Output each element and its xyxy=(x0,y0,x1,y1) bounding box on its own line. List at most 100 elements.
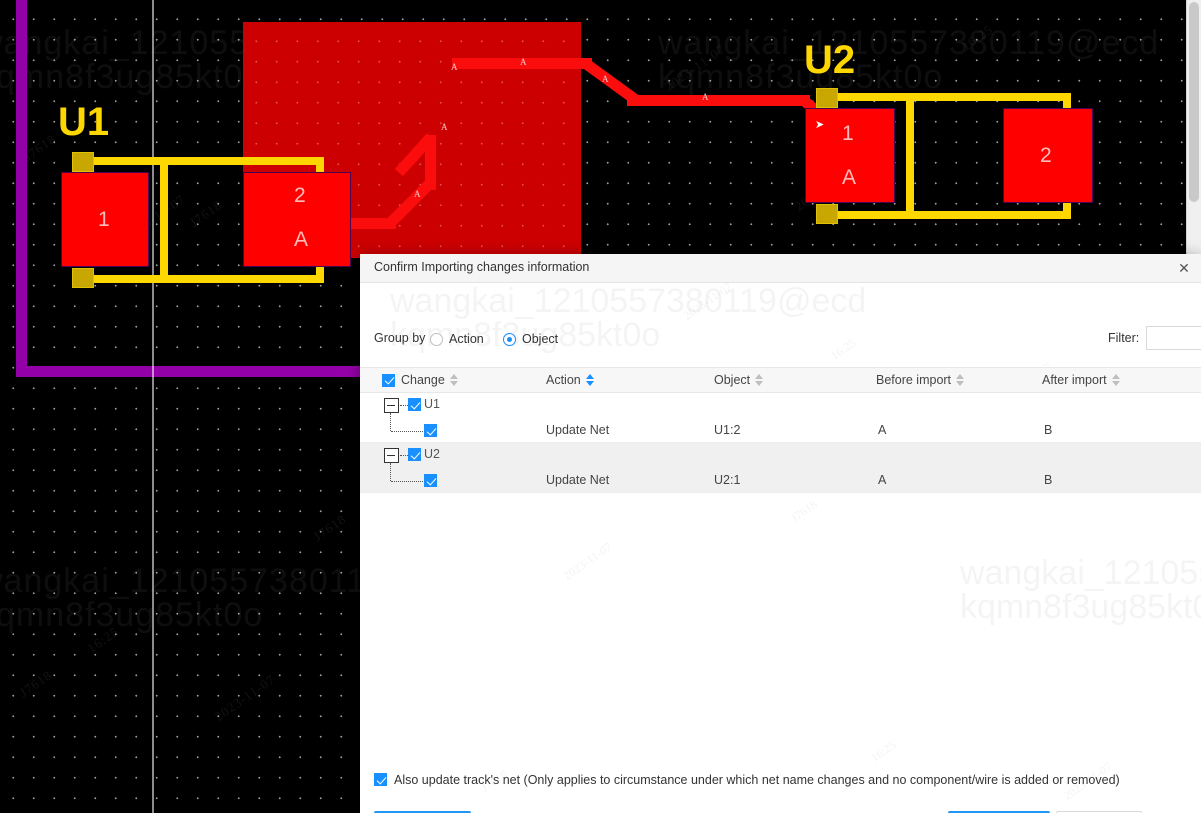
group-label: U1 xyxy=(424,397,440,411)
table-header-row: Change Action Object Before import After… xyxy=(360,367,1201,393)
watermark-text: kqmn8f3ug85kt0o xyxy=(0,596,264,634)
watermark-date: 2023-11-07 xyxy=(661,41,728,94)
pad-u1-bottom[interactable] xyxy=(72,268,94,288)
watermark-code: J7618 xyxy=(16,667,55,701)
row-checkbox[interactable] xyxy=(424,474,437,487)
scrollbar-thumb[interactable] xyxy=(1189,2,1199,202)
wire-segment[interactable] xyxy=(826,93,1071,101)
select-all-checkbox[interactable] xyxy=(382,373,395,387)
column-header-label: Action xyxy=(546,373,581,387)
also-update-track-net-checkbox-row[interactable]: Also update track's net (Only applies to… xyxy=(374,773,1120,787)
dialog-header: Confirm Importing changes information ✕ xyxy=(360,254,1201,283)
group-checkbox[interactable] xyxy=(408,398,421,411)
sort-icon[interactable] xyxy=(1111,374,1120,386)
net-label: A xyxy=(702,92,709,102)
watermark-code: J7618 xyxy=(186,197,225,231)
column-header-after-import[interactable]: After import xyxy=(1042,373,1120,387)
close-icon[interactable]: ✕ xyxy=(1173,257,1195,279)
cell-after-import: B xyxy=(1044,473,1053,487)
sort-icon[interactable] xyxy=(956,374,965,386)
tree-connector xyxy=(390,413,391,431)
collapse-icon[interactable] xyxy=(384,398,399,413)
group-by-row: Group by Action Object Filter: xyxy=(360,325,1201,355)
column-header-label: Before import xyxy=(876,373,952,387)
pad-number: 2 xyxy=(294,184,306,207)
watermark-code: J7618 xyxy=(788,497,820,526)
also-update-track-net-checkbox[interactable] xyxy=(374,773,387,786)
radio-group-by-object[interactable]: Object xyxy=(503,329,558,349)
sort-icon-active[interactable] xyxy=(585,374,594,386)
table-row[interactable]: Update Net U2:1 A B xyxy=(360,463,1201,493)
wire-segment[interactable] xyxy=(82,275,324,283)
also-update-track-net-label: Also update track's net (Only applies to… xyxy=(394,773,1120,787)
radio-label: Action xyxy=(449,332,484,346)
wire-segment[interactable] xyxy=(82,157,324,165)
wire-segment[interactable] xyxy=(906,93,914,219)
watermark-text: wangkai_1210557380119@ecd xyxy=(658,24,1160,62)
pad-number: 1 xyxy=(98,208,110,231)
collapse-icon[interactable] xyxy=(384,448,399,463)
radio-group-by-action[interactable]: Action xyxy=(430,329,484,349)
pad-u2-bottom[interactable] xyxy=(816,204,838,224)
cursor-arrow-icon: ➤ xyxy=(815,119,825,131)
table-group-row[interactable]: U2 xyxy=(360,443,1201,468)
tree-connector xyxy=(400,405,408,406)
watermark-time: 16:25 xyxy=(958,21,996,54)
group-label: U2 xyxy=(424,447,440,461)
cell-after-import: B xyxy=(1044,423,1053,437)
cell-object: U2:1 xyxy=(714,473,741,487)
sort-icon[interactable] xyxy=(755,374,764,386)
confirm-import-dialog: wangkai_1210557380119@ecd kqmn8f3ug85kt0… xyxy=(360,254,1201,813)
filter-input[interactable] xyxy=(1146,326,1201,350)
net-label: A xyxy=(602,74,609,84)
column-header-object[interactable]: Object xyxy=(714,373,764,387)
column-header-action[interactable]: Action xyxy=(546,373,594,387)
row-checkbox[interactable] xyxy=(424,424,437,437)
net-label: A xyxy=(451,62,458,72)
table-group-row[interactable]: U1 xyxy=(360,393,1201,418)
dialog-footer: Export Report Apply Changes Cancel ? xyxy=(360,807,1201,813)
net-label: A xyxy=(441,122,448,132)
ruler-guide-line xyxy=(152,0,154,813)
table-row[interactable]: Update Net U1:2 A B xyxy=(360,413,1201,443)
column-header-label: Change xyxy=(401,373,445,387)
tree-connector xyxy=(391,481,423,482)
dialog-title: Confirm Importing changes information xyxy=(374,260,590,274)
cell-before-import: A xyxy=(878,473,887,487)
net-label: A xyxy=(520,57,527,67)
watermark-text: kqmn8f3ug85kt0o xyxy=(0,58,264,96)
radio-icon xyxy=(503,332,516,346)
pad-net: A xyxy=(842,166,857,189)
pad-u2-top[interactable] xyxy=(816,88,838,108)
group-checkbox[interactable] xyxy=(408,448,421,461)
watermark-date: 2023-11-07 xyxy=(680,279,735,323)
watermark-text: kqmn8f3ug85kt0o xyxy=(960,588,1201,627)
tree-connector xyxy=(390,463,391,481)
watermark-text: kqmn8f3ug85kt0o xyxy=(658,58,944,96)
watermark-date: 2023-11-07 xyxy=(211,671,278,724)
pad-u1-top[interactable] xyxy=(72,152,94,172)
sort-icon[interactable] xyxy=(449,374,458,386)
watermark-text: wangkai_1210557380119@ecd xyxy=(390,282,866,321)
tree-connector xyxy=(400,455,408,456)
cell-before-import: A xyxy=(878,423,887,437)
wire-segment[interactable] xyxy=(160,157,168,283)
column-header-before-import[interactable]: Before import xyxy=(876,373,965,387)
column-header-label: Object xyxy=(714,373,751,387)
tree-connector xyxy=(391,431,423,432)
pad-number: 1 xyxy=(842,122,854,145)
refdes-u2: U2 xyxy=(804,38,856,82)
wire-segment[interactable] xyxy=(826,211,1071,219)
watermark-time: 16:25 xyxy=(84,623,122,656)
watermark-time: 16:25 xyxy=(868,737,899,765)
cell-action: Update Net xyxy=(546,473,610,487)
pad-number: 2 xyxy=(1040,144,1052,167)
net-label: A xyxy=(414,189,421,199)
watermark-text: wangkai_1210557380119@ecd xyxy=(960,554,1201,593)
watermark-code: J7618 xyxy=(310,511,349,545)
cell-action: Update Net xyxy=(546,423,610,437)
pad-net: A xyxy=(294,228,309,251)
column-header-label: After import xyxy=(1042,373,1107,387)
column-header-change[interactable]: Change xyxy=(382,373,458,387)
track-segment[interactable] xyxy=(627,95,810,106)
